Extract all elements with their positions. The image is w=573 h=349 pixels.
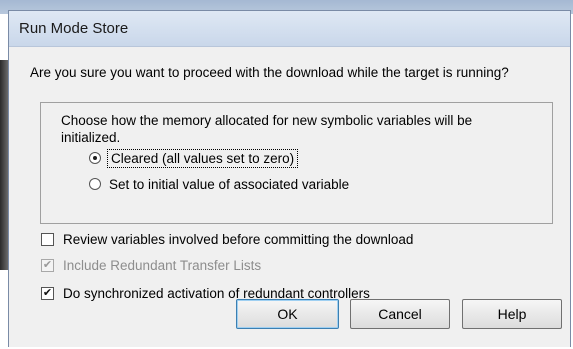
radio-initial-value[interactable]: Set to initial value of associated varia… <box>89 174 349 194</box>
title-bar[interactable]: Run Mode Store <box>9 11 570 47</box>
ok-button[interactable]: OK <box>236 299 339 329</box>
checkbox-unchecked-icon[interactable] <box>41 232 54 246</box>
check-mark-icon: ✔ <box>41 258 54 272</box>
checkbox-redundant-transfer-lists-label: Include Redundant Transfer Lists <box>63 257 262 273</box>
cancel-button[interactable]: Cancel <box>350 299 450 329</box>
check-mark-icon[interactable]: ✔ <box>41 286 54 300</box>
background-edge <box>0 60 8 270</box>
radio-cleared[interactable]: Cleared (all values set to zero) <box>89 148 299 168</box>
window-title: Run Mode Store <box>19 20 129 37</box>
radio-cleared-label: Cleared (all values set to zero) <box>106 148 299 168</box>
radio-button-selected-icon[interactable] <box>89 152 101 164</box>
dialog-body: Are you sure you want to proceed with th… <box>9 47 570 347</box>
memory-init-description: Choose how the memory allocated for new … <box>61 113 473 145</box>
radio-initial-value-label: Set to initial value of associated varia… <box>109 176 350 192</box>
screenshot: Run Mode Store Are you sure you want to … <box>0 0 573 349</box>
checkbox-review-variables-label: Review variables involved before committ… <box>63 231 414 247</box>
confirmation-question: Are you sure you want to proceed with th… <box>30 65 509 80</box>
memory-init-group: Choose how the memory allocated for new … <box>40 102 553 224</box>
run-mode-store-dialog: Run Mode Store Are you sure you want to … <box>8 10 571 347</box>
radio-button-icon[interactable] <box>89 178 101 190</box>
help-button[interactable]: Help <box>462 299 562 329</box>
checkbox-review-variables[interactable]: Review variables involved before committ… <box>41 229 413 249</box>
checkbox-redundant-transfer-lists: ✔ Include Redundant Transfer Lists <box>41 255 261 275</box>
